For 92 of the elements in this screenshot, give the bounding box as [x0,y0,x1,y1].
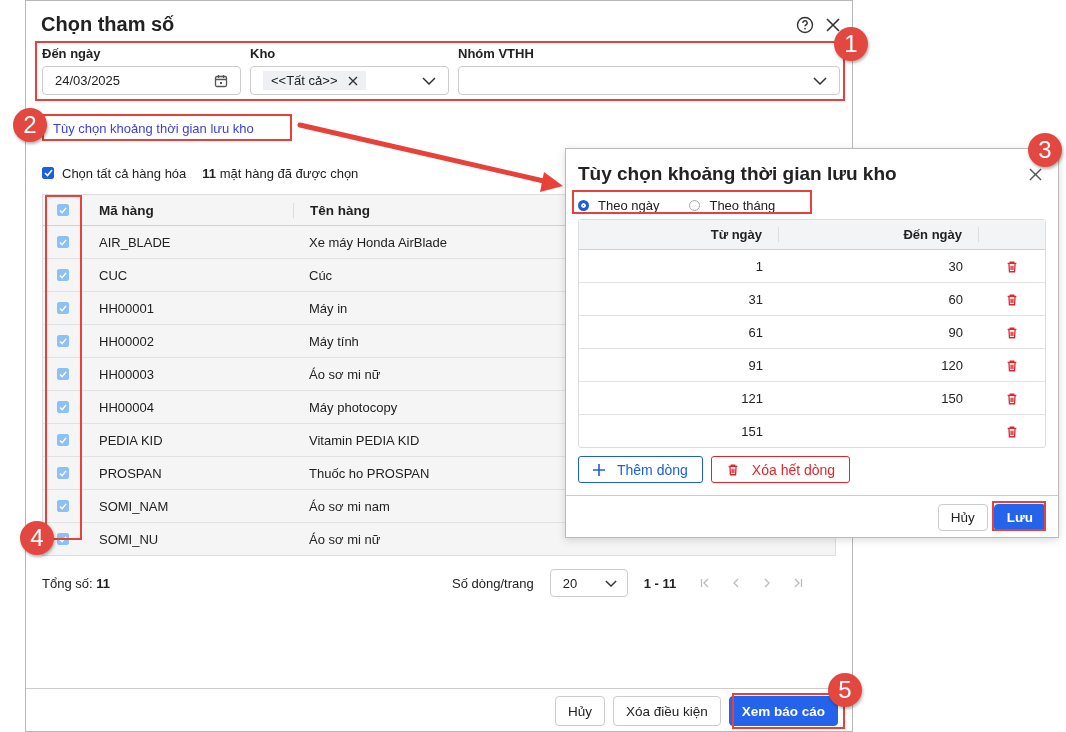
trash-icon[interactable] [1005,390,1019,406]
row-checkbox[interactable] [57,434,69,446]
page-range: 1 - 11 [643,575,677,591]
column-header: Từ ngày [710,227,762,242]
field-label: Nhóm VTHH [458,46,534,61]
chevron-down-icon [813,76,827,85]
step-number-badge: 4 [20,521,54,555]
table-cell: 121 [741,390,763,406]
view-report-button[interactable]: Xem báo cáo [728,696,838,726]
radio-option[interactable]: Theo tháng [689,195,776,215]
step-number-badge: 1 [834,27,868,61]
row-checkbox[interactable] [57,401,69,413]
table-cell: 31 [748,291,763,307]
trash-icon[interactable] [1005,357,1019,373]
table-cell: Áo sơ mi nữ [309,366,381,382]
field-label: Đến ngày [42,46,101,61]
warehouse-select[interactable]: <<Tất cả>> [250,66,449,95]
trash-icon[interactable] [1005,324,1019,340]
step-number-badge: 2 [13,108,47,142]
total-count: Tổng số: 11 [42,575,111,591]
add-row-button[interactable]: Thêm dòng [578,456,703,483]
table-cell: CUC [99,267,128,283]
calendar-icon [214,73,228,88]
trash-icon[interactable] [1005,291,1019,307]
table-cell: 120 [941,357,963,373]
column-header: Mã hàng [99,202,154,218]
footer-button[interactable]: Xóa điều kiện [612,696,721,726]
table-cell: 91 [748,357,763,373]
table-cell: 90 [948,324,963,340]
row-checkbox[interactable] [57,500,69,512]
table-cell: 30 [948,258,963,274]
first-page-icon[interactable] [700,578,711,588]
clear-rows-button[interactable]: Xóa hết dòng [710,456,851,483]
table-cell: Áo sơ mi nam [309,498,390,514]
close-icon[interactable] [826,17,840,32]
column-header: Tên hàng [310,202,370,218]
table-cell: HH00002 [99,333,154,349]
remove-icon[interactable] [347,75,358,86]
table-cell: SOMI_NAM [99,498,169,514]
table-cell: Áo sơ mi nữ [309,531,381,547]
storage-period-link[interactable]: Tùy chọn khoảng thời gian lưu kho [53,121,254,136]
cancel-button[interactable]: Hủy [937,504,988,531]
row-checkbox[interactable] [57,302,69,314]
table-cell: HH00004 [99,399,154,415]
row-checkbox[interactable] [57,467,69,479]
row-checkbox[interactable] [57,368,69,380]
annotation-frame [992,501,1046,531]
group-select[interactable] [458,66,840,95]
table-cell: 151 [741,423,763,439]
dialog-title: Chọn tham số [41,13,176,36]
table-cell: SOMI_NU [99,531,159,547]
step-number-badge: 5 [828,673,862,707]
table-cell: PROSPAN [99,465,162,481]
footer-button[interactable]: Hủy [554,696,605,726]
table-cell: Vitamin PEDIA KID [309,432,420,448]
row-checkbox[interactable] [57,335,69,347]
chevron-down-icon [422,76,436,85]
table-cell: AIR_BLADE [99,234,171,250]
field-label: Kho [250,46,276,61]
help-icon[interactable] [796,15,814,34]
select-all-checkbox[interactable] [42,167,54,179]
header-checkbox[interactable] [57,204,69,216]
row-checkbox[interactable] [57,236,69,248]
table-cell: PEDIA KID [99,432,163,448]
table-cell: Máy photocopy [309,399,398,415]
trash-icon[interactable] [1005,423,1019,439]
table-cell: Thuốc ho PROSPAN [309,465,430,481]
table-cell: 1 [755,258,763,274]
column-header: Đến ngày [903,227,962,242]
row-checkbox[interactable] [57,269,69,281]
table-cell: Máy in [309,300,348,316]
close-icon[interactable] [1029,167,1042,181]
select-all-label: Chọn tất cả hàng hóa [62,165,187,181]
trash-icon[interactable] [1005,258,1019,274]
table-cell: 60 [948,291,963,307]
table-cell: Máy tính [309,333,359,349]
rows-per-page-label: Số dòng/trang [452,575,534,591]
date-field[interactable]: 24/03/2025 [42,66,241,95]
chevron-down-icon [604,579,617,587]
table-cell: HH00003 [99,366,154,382]
table-cell: 61 [748,324,763,340]
plus-icon [593,463,605,476]
popup-title: Tùy chọn khoảng thời gian lưu kho [578,163,897,185]
last-page-icon[interactable] [793,578,804,588]
selected-tag: <<Tất cả>> [263,71,366,90]
table-cell: 150 [941,390,963,406]
step-number-badge: 3 [1028,133,1062,167]
selected-count-text: 11 mặt hàng đã được chọn [202,165,359,181]
rows-per-page-select[interactable]: 20 [549,569,628,597]
table-cell: HH00001 [99,300,154,316]
table-cell: Xe máy Honda AirBlade [309,234,448,250]
table-cell: Cúc [309,267,333,283]
